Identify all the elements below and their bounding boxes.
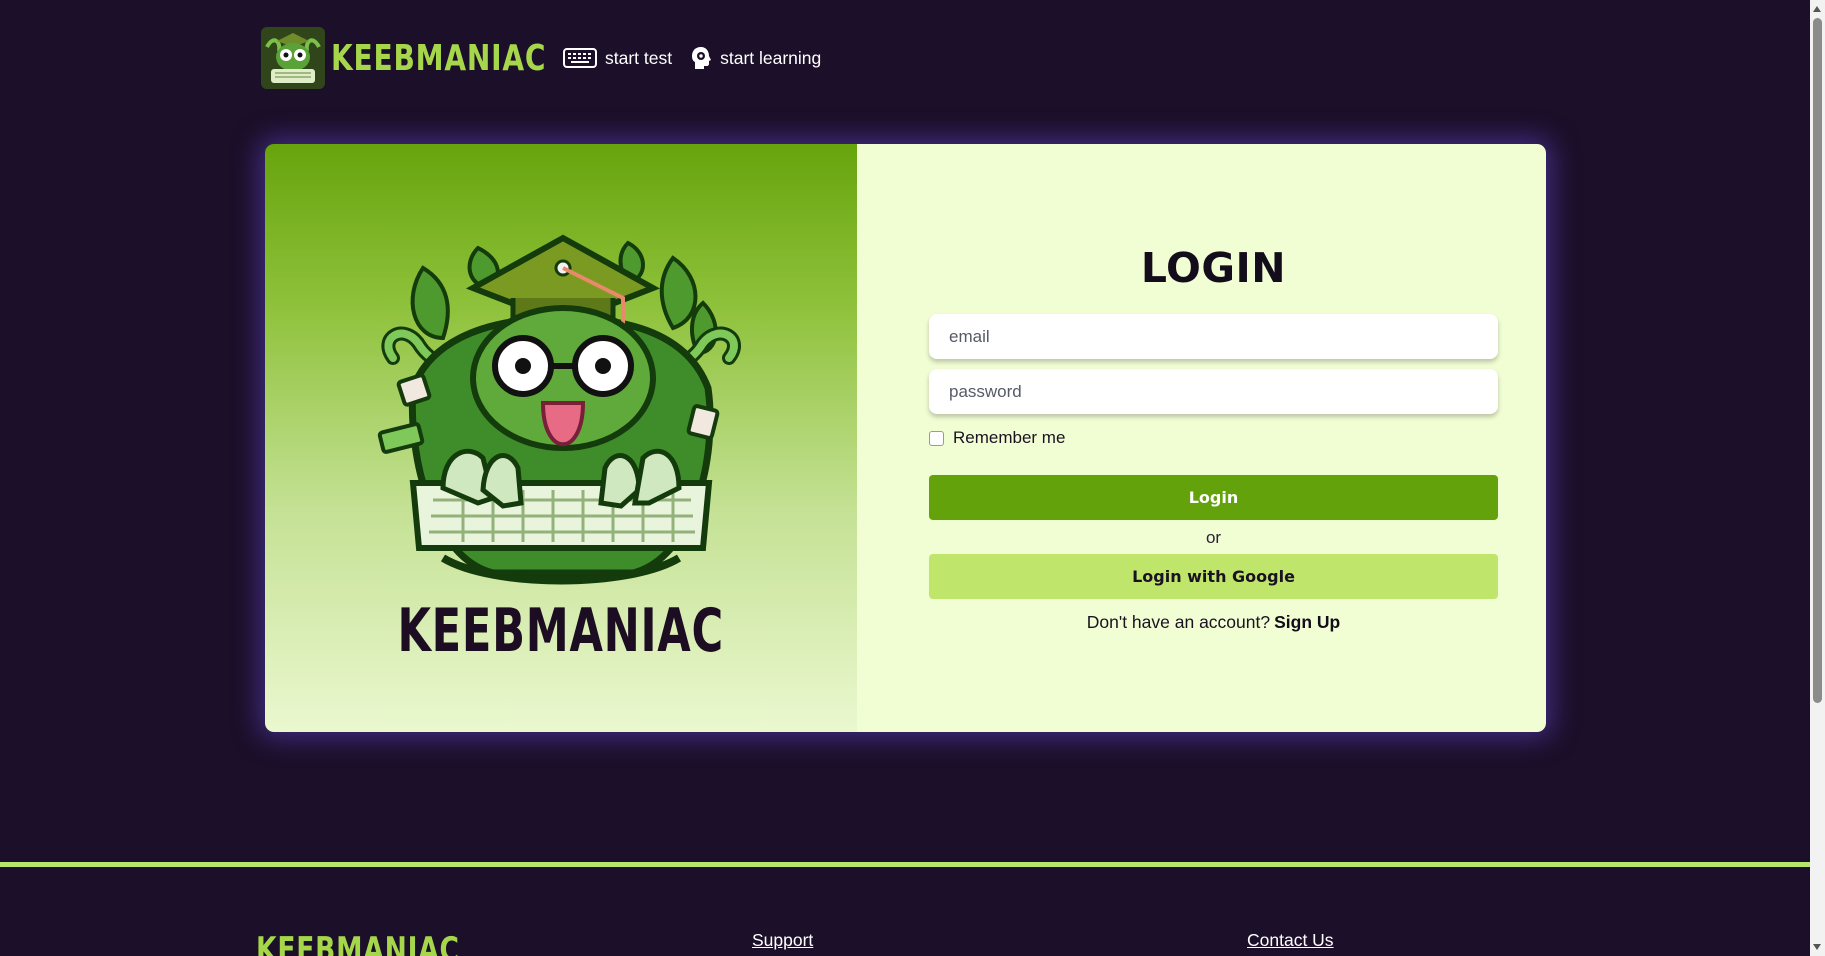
remember-me[interactable]: Remember me [929,428,1498,448]
footer-divider [0,862,1810,867]
nav-start-learning[interactable]: start learning [690,46,821,70]
mascot-illustration [373,228,749,592]
brand-wordmark: KEEBMANIAC [331,37,547,79]
nav-start-test[interactable]: start test [563,48,672,69]
scroll-up-icon[interactable] [1813,6,1821,12]
password-field[interactable] [929,369,1498,414]
brand-mascot-icon [261,27,325,89]
keyboard-monster-mascot-icon [377,234,741,585]
brand-home-link[interactable]: KEEBMANIAC [261,27,561,89]
login-card: KEEBMANIAC LOGIN Remember me Login or Lo… [265,144,1546,732]
scrollbar-thumb[interactable] [1813,18,1822,703]
footer-support-link[interactable]: Support [752,930,813,951]
hero-wordmark: KEEBMANIAC [397,596,725,666]
or-divider: or [1205,528,1222,547]
google-login-button[interactable]: Login with Google [929,554,1498,599]
login-form: LOGIN Remember me Login or Login with Go… [929,240,1498,633]
remember-me-label: Remember me [953,428,1066,447]
hero-panel: KEEBMANIAC [265,144,857,732]
login-button[interactable]: Login [929,475,1498,520]
scroll-down-icon[interactable] [1813,944,1821,950]
footer-contact-link[interactable]: Contact Us [1247,930,1334,951]
email-field[interactable] [929,314,1498,359]
signup-prompt: Don't have an account? [1086,612,1271,632]
signup-link[interactable]: Sign Up [1274,612,1340,632]
top-nav: KEEBMANIAC start test start learning [261,26,821,90]
page-scrollbar[interactable] [1810,0,1825,956]
brain-head-icon [692,47,712,69]
keyboard-icon [563,48,597,68]
login-title: LOGIN [1140,244,1287,292]
remember-me-checkbox[interactable] [929,430,944,446]
footer-brand[interactable]: KEEBMANIAC [256,930,460,956]
nav-start-test-label: start test [605,47,673,68]
login-panel: LOGIN Remember me Login or Login with Go… [857,144,1546,732]
nav-start-learning-label: start learning [720,47,822,68]
signup-line: Don't have an account? Sign Up [929,611,1498,633]
